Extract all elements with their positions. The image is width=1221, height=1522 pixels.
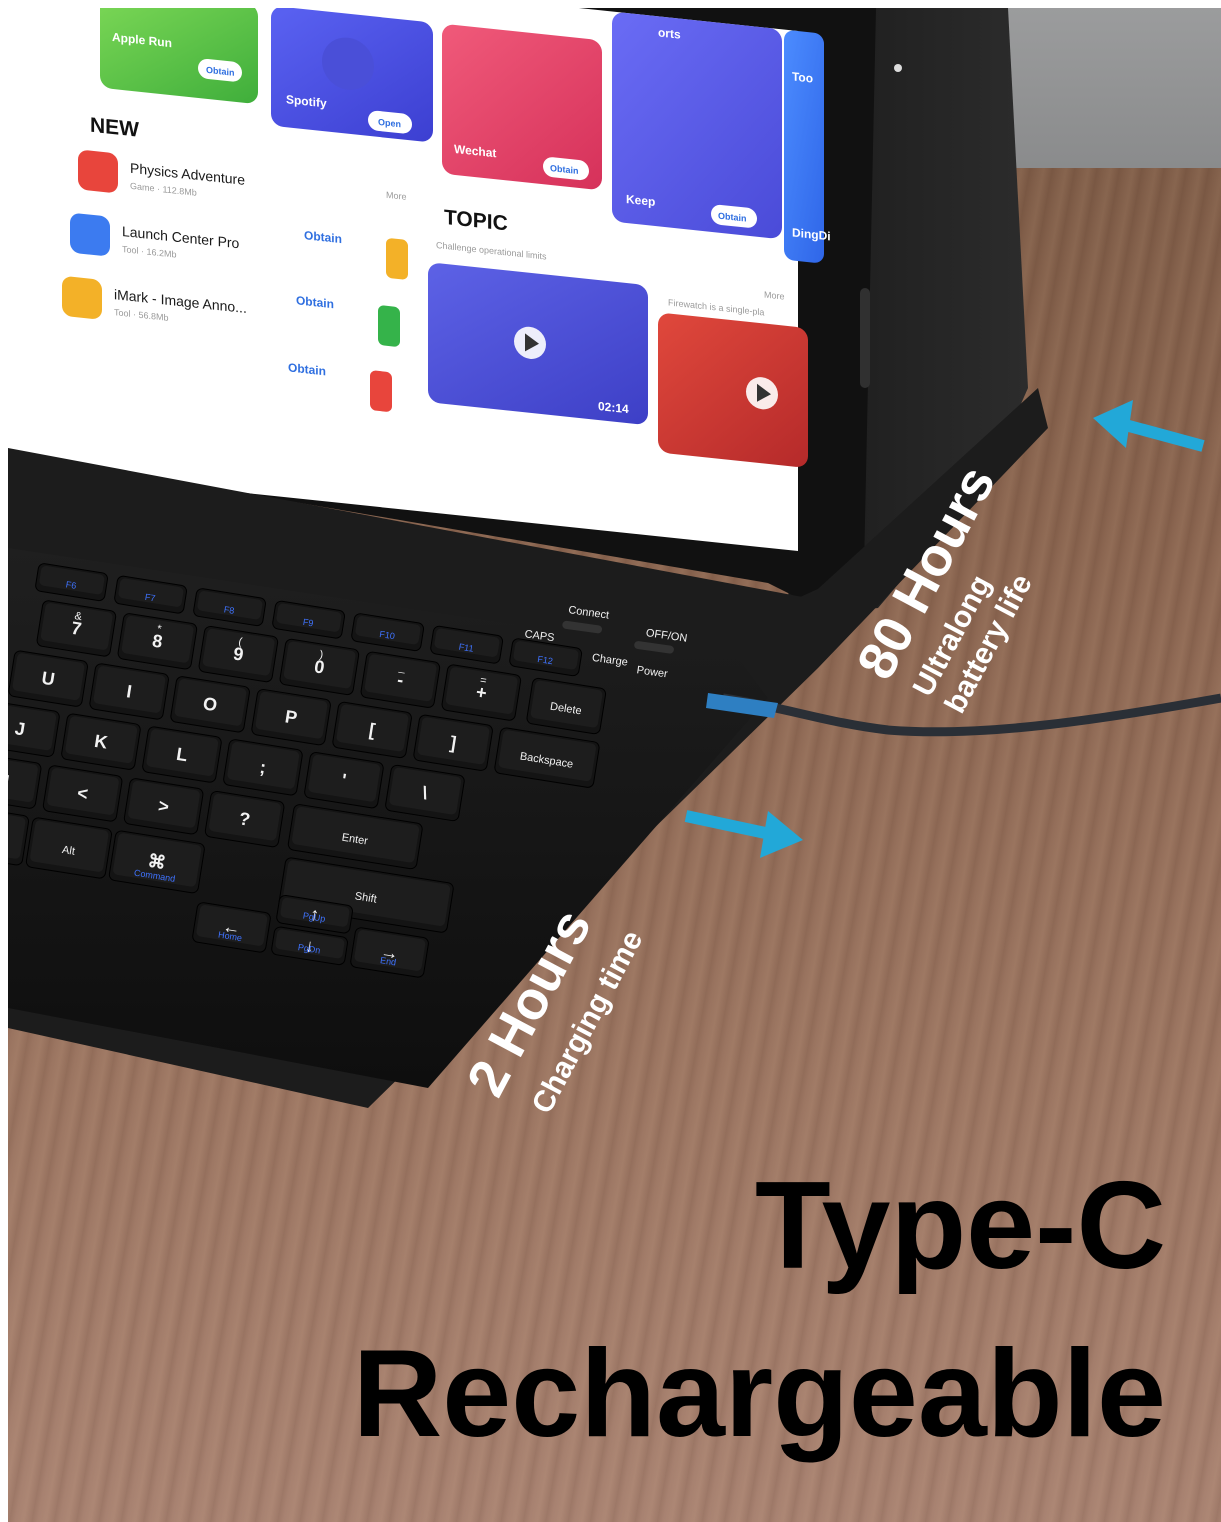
headline-line2: Rechargeable xyxy=(353,1325,1166,1463)
key-label: Alt xyxy=(61,844,76,858)
key-fn-label: F7 xyxy=(144,592,156,604)
key-fn-label: F6 xyxy=(65,579,77,591)
scene-drawing: Apple Run Obtain Spotify Open Wechat Obt… xyxy=(8,8,1221,1463)
camera-dot xyxy=(894,64,902,72)
app-icon-partial xyxy=(378,305,400,347)
fox-app-icon xyxy=(62,276,102,319)
rocket-app-icon xyxy=(70,213,110,256)
key-fn-label: F9 xyxy=(302,617,314,629)
arrow-icon xyxy=(1093,400,1205,452)
app-icon-partial xyxy=(386,238,408,280)
headline-line1: Type-C xyxy=(755,1157,1166,1295)
tile-apple-run[interactable] xyxy=(100,8,258,104)
physics-app-icon xyxy=(78,150,118,193)
tile-header: orts xyxy=(658,25,681,41)
tablet-side-button xyxy=(860,288,870,388)
key-fn-label: F8 xyxy=(223,604,235,616)
product-photo: Apple Run Obtain Spotify Open Wechat Obt… xyxy=(8,8,1221,1522)
tile-header: Too xyxy=(792,69,813,85)
topic-video-card-2[interactable] xyxy=(658,312,808,468)
app-icon-partial xyxy=(370,370,392,412)
arrow-icon xyxy=(684,810,803,858)
